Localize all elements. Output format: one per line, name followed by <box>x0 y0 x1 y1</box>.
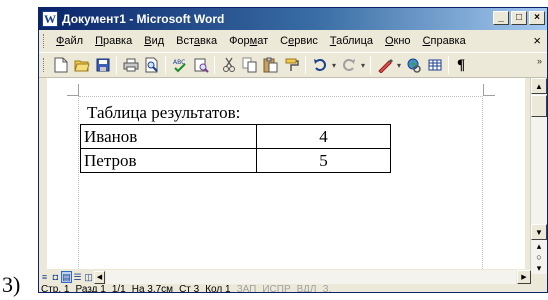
window-title: Документ1 - Microsoft Word <box>62 12 225 26</box>
status-section: Разд 1 <box>75 284 106 293</box>
toolbar-separator <box>165 56 166 74</box>
open-folder-icon[interactable] <box>71 55 92 75</box>
maximize-button[interactable]: □ <box>511 11 527 25</box>
toolbar-separator <box>448 56 449 74</box>
document-heading: Таблица результатов: <box>87 103 241 122</box>
undo-dropdown-icon[interactable]: ▾ <box>330 61 338 70</box>
next-page-icon[interactable]: ▾ <box>534 263 544 274</box>
menu-window[interactable]: Окно <box>379 35 417 47</box>
text-boundary <box>78 96 79 269</box>
toolbar-separator <box>305 56 306 74</box>
toolbar-separator <box>370 56 371 74</box>
title-bar[interactable]: W Документ1 - Microsoft Word _ □ × <box>39 8 547 30</box>
status-track-changes[interactable]: ИСПР <box>260 284 294 292</box>
status-column: Кол 1 <box>205 284 231 293</box>
table-cell-name[interactable]: Петров <box>80 148 257 173</box>
document-close-icon[interactable]: × <box>533 33 541 48</box>
scroll-thumb[interactable] <box>531 95 547 117</box>
menu-help[interactable]: Справка <box>417 35 472 47</box>
table-row[interactable]: Петров 5 <box>80 148 391 173</box>
scroll-right-button[interactable]: ▶ <box>517 270 531 284</box>
research-icon[interactable] <box>190 55 211 75</box>
menu-file[interactable]: Файл <box>50 35 89 47</box>
vertical-scrollbar[interactable]: ▲ ▼ ▴ ○ ▾ <box>530 78 547 274</box>
close-button[interactable]: × <box>529 11 545 25</box>
menu-tools[interactable]: Сервис <box>274 35 324 47</box>
table-cell-value[interactable]: 5 <box>256 148 391 173</box>
spelling-icon[interactable]: ABC <box>169 55 190 75</box>
horizontal-scroll-track[interactable] <box>106 270 516 284</box>
word-window: W Документ1 - Microsoft Word _ □ × Файл … <box>38 7 548 293</box>
app-icon-letter: W <box>44 11 56 26</box>
document-area[interactable]: Таблица результатов: Иванов 4 Петров 5 <box>47 78 525 269</box>
word-app-icon[interactable]: W <box>42 11 58 27</box>
task-number-label: 3) <box>2 272 21 297</box>
standard-toolbar: ABC ▾ ▾ ▾ ¶ » <box>39 52 547 78</box>
status-position: На 3,7см <box>131 284 174 293</box>
status-pages: 1/1 <box>111 284 126 293</box>
text-boundary <box>482 96 483 269</box>
status-bar: Стр. 1 Разд 1 1/1 На 3,7см Ст 3 Кол 1 ЗА… <box>39 284 547 293</box>
table-icon[interactable] <box>424 55 445 75</box>
horizontal-scrollbar: ≡ ◘ ▤ ☰ ◫ ◀ ▶ <box>39 269 531 285</box>
outline-view-icon[interactable]: ☰ <box>72 271 83 283</box>
menu-edit[interactable]: Правка <box>89 35 138 47</box>
status-record-macro[interactable]: ЗАП <box>235 284 261 292</box>
redo-icon[interactable] <box>338 55 359 75</box>
menu-insert[interactable]: Вставка <box>170 35 223 47</box>
scroll-down-button[interactable]: ▼ <box>531 224 547 240</box>
toolbar-separator <box>116 56 117 74</box>
status-extend-selection[interactable]: ВДЛ <box>295 284 321 292</box>
menu-bar: Файл Правка Вид Вставка Формат Сервис Та… <box>39 30 547 52</box>
table-cell-value[interactable]: 4 <box>256 124 391 149</box>
print-icon[interactable] <box>120 55 141 75</box>
minimize-button[interactable]: _ <box>493 11 509 25</box>
scroll-left-button[interactable]: ◀ <box>94 270 105 284</box>
paragraph-mark-icon[interactable]: ¶ <box>452 57 470 74</box>
save-icon[interactable] <box>92 55 113 75</box>
status-overtype[interactable]: З. <box>320 284 335 292</box>
page-corner-mark <box>483 84 495 96</box>
toolbar-separator <box>214 56 215 74</box>
new-document-icon[interactable] <box>50 55 71 75</box>
drawing-icon[interactable] <box>374 55 395 75</box>
status-line: Ст 3 <box>179 284 200 293</box>
window-controls: _ □ × <box>493 11 545 25</box>
vertical-ruler <box>39 78 47 273</box>
copy-icon[interactable] <box>239 55 260 75</box>
print-preview-icon[interactable] <box>141 55 162 75</box>
previous-page-icon[interactable]: ▴ <box>534 241 544 252</box>
paste-icon[interactable] <box>260 55 281 75</box>
page-corner-mark <box>67 84 79 96</box>
menu-table[interactable]: Таблица <box>324 35 379 47</box>
normal-view-icon[interactable]: ≡ <box>39 271 50 283</box>
print-layout-view-icon[interactable]: ▤ <box>61 271 72 283</box>
results-table[interactable]: Иванов 4 Петров 5 <box>80 124 391 173</box>
web-layout-view-icon[interactable]: ◘ <box>50 271 61 283</box>
menu-view[interactable]: Вид <box>138 35 170 47</box>
redo-dropdown-icon[interactable]: ▾ <box>359 61 367 70</box>
format-painter-icon[interactable] <box>281 55 302 75</box>
status-page: Стр. 1 <box>41 284 70 293</box>
hyperlink-icon[interactable] <box>403 55 424 75</box>
table-row[interactable]: Иванов 4 <box>80 124 391 149</box>
text-boundary <box>79 96 483 97</box>
undo-icon[interactable] <box>309 55 330 75</box>
toolbar-grip[interactable] <box>43 58 46 72</box>
drawing-dropdown-icon[interactable]: ▾ <box>395 61 403 70</box>
scroll-up-button[interactable]: ▲ <box>531 78 547 94</box>
table-cell-name[interactable]: Иванов <box>80 124 257 149</box>
menu-grip[interactable] <box>43 34 46 48</box>
cut-icon[interactable] <box>218 55 239 75</box>
reading-view-icon[interactable]: ◫ <box>83 271 94 283</box>
menu-format[interactable]: Формат <box>223 35 274 47</box>
toolbar-options-icon[interactable]: » <box>537 56 545 76</box>
browse-object-icon[interactable]: ○ <box>534 252 544 262</box>
